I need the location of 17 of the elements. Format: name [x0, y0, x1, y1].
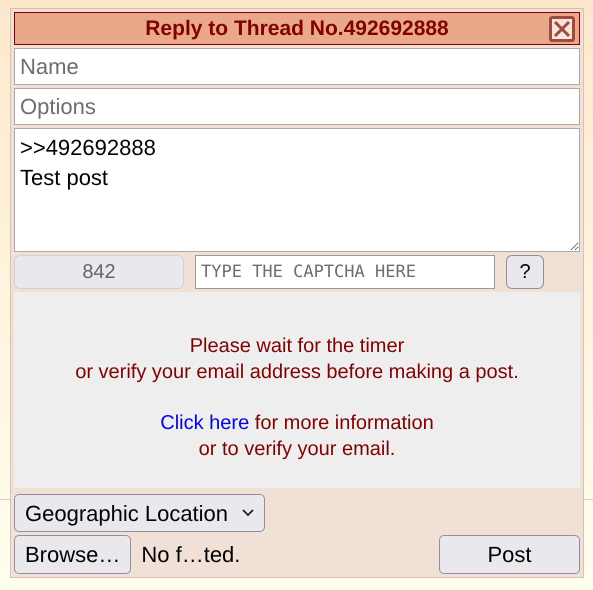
file-status: No f…ted. — [141, 541, 240, 569]
info-link[interactable]: Click here — [160, 412, 250, 434]
close-icon — [552, 19, 572, 39]
close-button[interactable] — [549, 16, 575, 42]
comment-field[interactable]: >>492692888 Test post — [14, 128, 580, 252]
post-button[interactable]: Post — [439, 535, 580, 574]
window-title: Reply to Thread No.492692888 — [145, 16, 449, 42]
help-button[interactable]: ? — [506, 255, 544, 289]
captcha-field[interactable]: TYPE THE CAPTCHA HERE — [195, 255, 495, 289]
location-select[interactable]: Geographic Location — [14, 494, 266, 532]
name-field[interactable]: Name — [14, 48, 580, 85]
notice-text: Please wait for the timer or verify your email address before making a post. — [75, 334, 519, 384]
character-counter: 842 — [14, 255, 184, 289]
browse-button[interactable]: Browse… — [14, 535, 132, 574]
options-field[interactable]: Options — [14, 88, 580, 125]
info-text: Click here for more information or to verify your email. — [160, 410, 434, 462]
chevron-down-icon — [242, 509, 254, 517]
